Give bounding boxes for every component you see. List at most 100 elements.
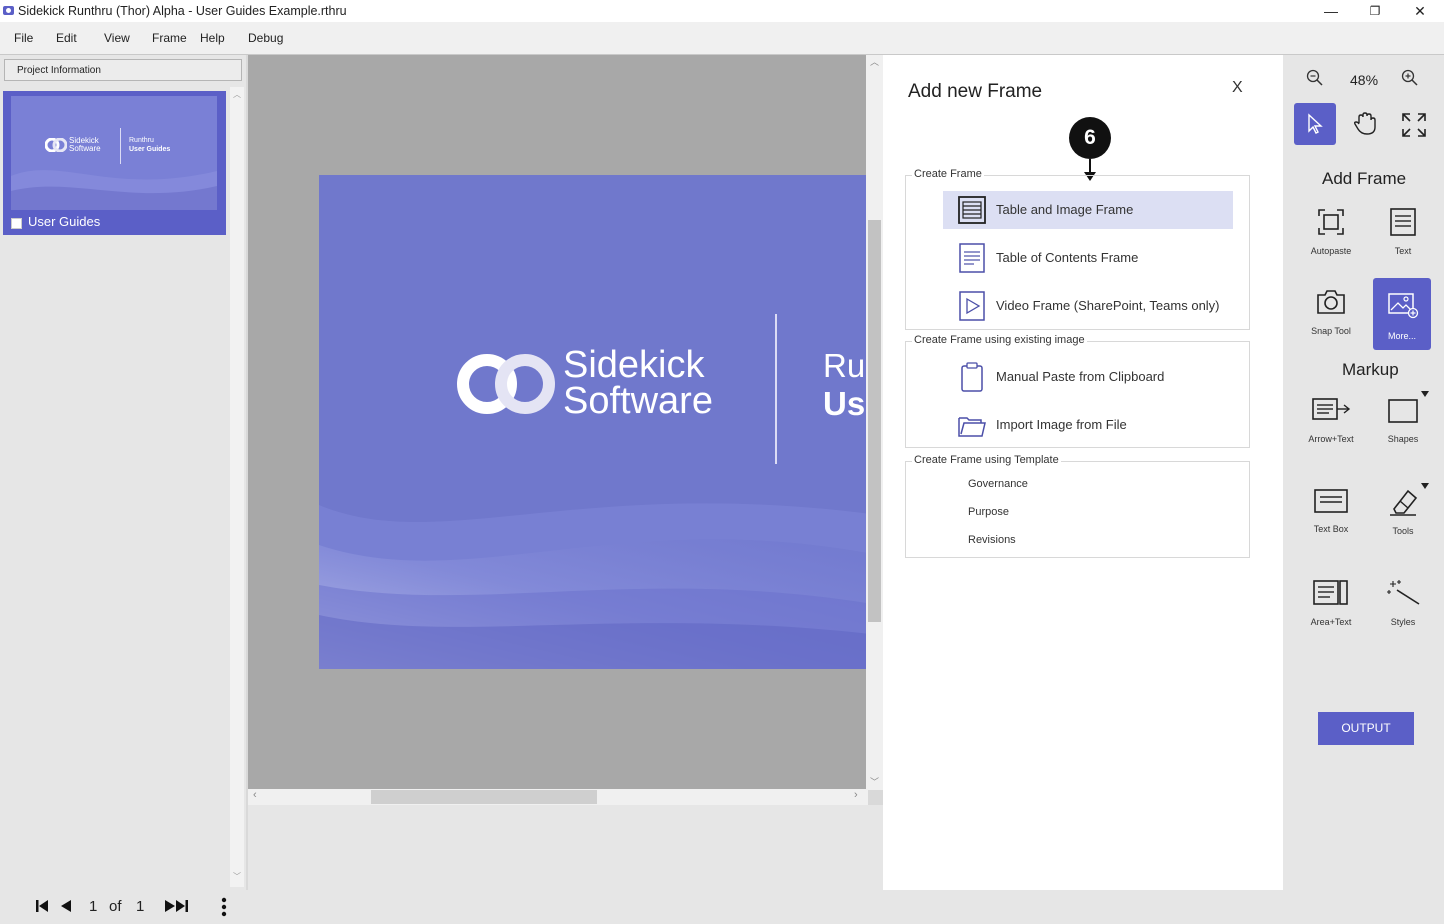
- option-video-frame[interactable]: Video Frame (SharePoint, Teams only): [943, 287, 1233, 325]
- existing-image-group: Create Frame using existing image Manual…: [905, 334, 1250, 448]
- more-options-icon[interactable]: [220, 896, 228, 918]
- scroll-up-icon[interactable]: ︿: [870, 55, 879, 68]
- existing-image-label: Create Frame using existing image: [912, 334, 1087, 346]
- option-label: Manual Paste from Clipboard: [996, 369, 1165, 384]
- markup-title: Markup: [1342, 360, 1399, 379]
- fit-screen-icon[interactable]: [1401, 112, 1427, 138]
- scroll-down-icon[interactable]: ﹀: [233, 871, 241, 882]
- text-tool[interactable]: Text: [1374, 207, 1432, 256]
- right-toolbar: 48% Add Frame Autopaste Text Snap Tool M…: [1283, 55, 1444, 890]
- scroll-down-icon[interactable]: ﹀: [870, 775, 879, 788]
- menu-file[interactable]: File: [14, 31, 33, 45]
- slide-preview: Sidekick Software Ru Us: [319, 175, 868, 669]
- image-add-icon: [1388, 293, 1419, 319]
- option-table-image-frame[interactable]: Table and Image Frame: [943, 191, 1233, 229]
- slide-logo-line2: Software: [563, 380, 713, 422]
- shapes-dropdown-icon[interactable]: [1420, 390, 1430, 398]
- first-page-icon[interactable]: [34, 898, 50, 914]
- option-label: Table and Image Frame: [996, 202, 1134, 217]
- menu-frame[interactable]: Frame: [152, 31, 187, 45]
- option-table-of-contents-frame[interactable]: Table of Contents Frame: [943, 239, 1233, 277]
- editor-canvas[interactable]: Sidekick Software Ru Us: [248, 55, 868, 790]
- project-information-button[interactable]: Project Information: [4, 59, 242, 81]
- menu-edit[interactable]: Edit: [56, 31, 77, 45]
- rectangle-icon: [1388, 399, 1418, 423]
- option-label: Table of Contents Frame: [996, 250, 1139, 265]
- title-bar: Sidekick Runthru (Thor) Alpha - User Gui…: [0, 0, 1444, 22]
- output-button[interactable]: OUTPUT: [1318, 712, 1414, 745]
- option-manual-paste[interactable]: Manual Paste from Clipboard: [943, 358, 1233, 396]
- tool-label: Tools: [1392, 526, 1414, 536]
- page-of-label: of: [109, 898, 122, 915]
- last-page-icon[interactable]: [174, 898, 190, 914]
- slide-right-line1: Ru: [823, 347, 866, 384]
- frame-thumbnail[interactable]: Sidekick Software Runthru User Guides Us…: [3, 91, 226, 235]
- zoom-out-icon[interactable]: [1306, 69, 1324, 87]
- add-frame-dialog: Add new Frame X 6 Create Frame Table and…: [883, 55, 1283, 890]
- canvas-vertical-scrollbar[interactable]: ︿ ﹀: [866, 55, 883, 790]
- horizontal-scroll-thumb[interactable]: [371, 790, 597, 804]
- slide-waves: [319, 503, 868, 669]
- add-frame-title: Add Frame: [1322, 169, 1407, 188]
- text-lines-icon: [1390, 208, 1416, 236]
- snap-tool[interactable]: Snap Tool: [1302, 287, 1360, 336]
- create-frame-group: Create Frame Table and Image Frame Table…: [905, 168, 1250, 330]
- thumbnail-image: Sidekick Software Runthru User Guides: [11, 96, 217, 210]
- sidekick-logo-icon: [45, 138, 67, 152]
- arrow-text-tool[interactable]: Arrow+Text: [1302, 395, 1360, 444]
- menu-debug[interactable]: Debug: [248, 31, 283, 45]
- slide-logo-line1: Sidekick: [563, 344, 705, 386]
- zoom-in-icon[interactable]: [1401, 69, 1419, 87]
- option-label: Video Frame (SharePoint, Teams only): [996, 298, 1220, 313]
- scroll-left-icon[interactable]: ‹: [253, 789, 257, 801]
- arrow-text-icon: [1312, 398, 1351, 420]
- canvas-horizontal-scrollbar[interactable]: ‹ ›: [248, 789, 868, 805]
- thumbnail-caption: User Guides: [28, 214, 101, 229]
- tool-label: Area+Text: [1310, 617, 1352, 627]
- eraser-icon: [1390, 489, 1418, 516]
- tools-dropdown-icon[interactable]: [1420, 482, 1430, 490]
- template-item-revisions[interactable]: Revisions: [968, 534, 1016, 546]
- dialog-title: Add new Frame: [908, 81, 1043, 102]
- magic-wand-icon: [1387, 580, 1420, 605]
- tool-label: Snap Tool: [1311, 326, 1351, 336]
- styles-tool[interactable]: Styles: [1374, 578, 1432, 627]
- option-import-image[interactable]: Import Image from File: [943, 406, 1233, 444]
- canvas-footer-area: [248, 805, 883, 890]
- close-window-button[interactable]: ✕: [1398, 0, 1442, 22]
- slide-right-line2: Us: [823, 385, 866, 422]
- scroll-up-icon[interactable]: ︿: [233, 89, 241, 100]
- minimize-button[interactable]: —: [1309, 0, 1353, 22]
- frames-panel: Project Information Sidekick Software Ru…: [0, 55, 246, 890]
- text-box-icon: [1314, 489, 1348, 513]
- frames-scrollbar[interactable]: ︿ ﹀: [230, 87, 244, 887]
- text-box-tool[interactable]: Text Box: [1302, 487, 1360, 534]
- tool-label: Text: [1394, 246, 1412, 256]
- restore-button[interactable]: ❐: [1353, 0, 1397, 22]
- menu-view[interactable]: View: [104, 31, 130, 45]
- thumbnail-checkbox[interactable]: [11, 218, 22, 229]
- template-item-purpose[interactable]: Purpose: [968, 506, 1009, 518]
- area-text-tool[interactable]: Area+Text: [1302, 578, 1360, 627]
- sidekick-logo-icon: [457, 354, 555, 414]
- clipboard-icon: [961, 362, 983, 392]
- select-tool-button[interactable]: [1294, 103, 1336, 145]
- shapes-tool[interactable]: Shapes: [1374, 395, 1432, 444]
- tool-label: Styles: [1390, 617, 1416, 627]
- pan-hand-icon[interactable]: [1353, 111, 1377, 137]
- tools-tool[interactable]: Tools: [1374, 487, 1432, 536]
- thumb-divider: [120, 128, 121, 164]
- scroll-right-icon[interactable]: ›: [854, 789, 858, 801]
- window-title: Sidekick Runthru (Thor) Alpha - User Gui…: [18, 4, 347, 18]
- autopaste-tool[interactable]: Autopaste: [1302, 207, 1360, 256]
- vertical-scroll-thumb[interactable]: [868, 220, 881, 622]
- app-icon: [3, 6, 14, 15]
- previous-page-icon[interactable]: [58, 898, 74, 914]
- dialog-close-button[interactable]: X: [1232, 79, 1243, 97]
- tool-label: Autopaste: [1310, 246, 1352, 256]
- more-frames-button[interactable]: More...: [1373, 278, 1431, 350]
- cursor-icon: [1308, 113, 1323, 134]
- autopaste-icon: [1318, 209, 1344, 235]
- menu-help[interactable]: Help: [200, 31, 225, 45]
- template-item-governance[interactable]: Governance: [968, 478, 1028, 490]
